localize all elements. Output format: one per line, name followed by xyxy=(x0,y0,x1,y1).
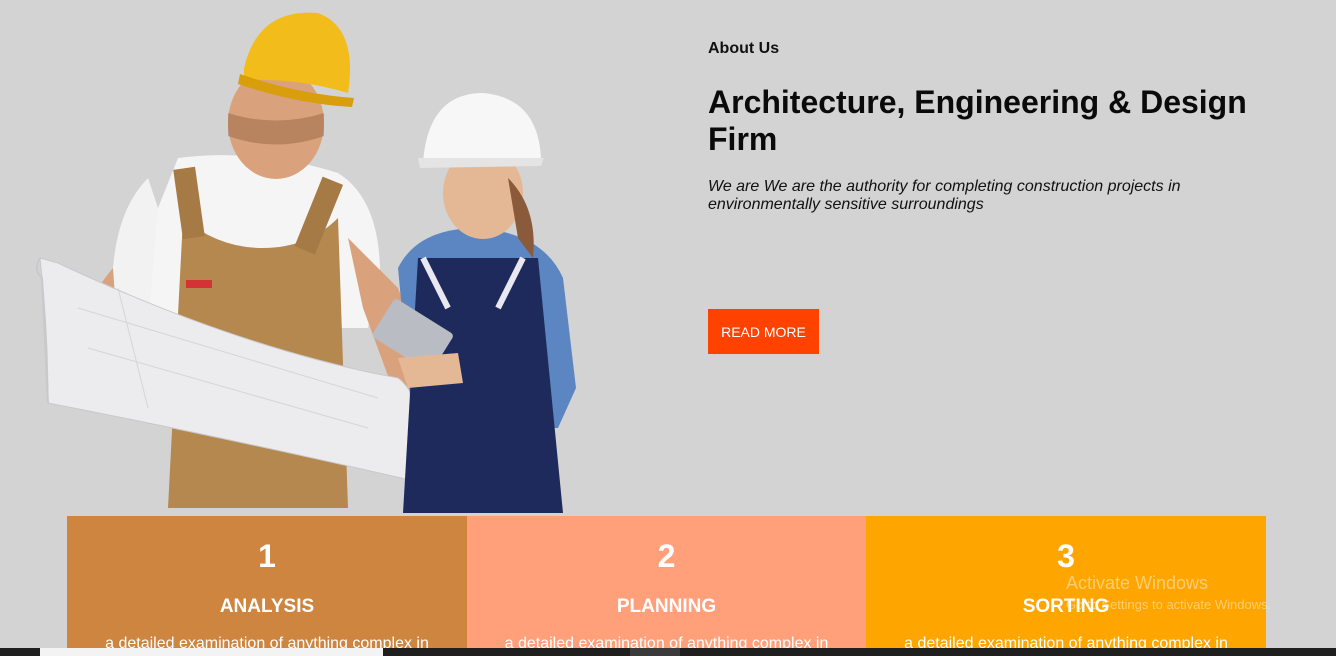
step-title: ANALYSIS xyxy=(219,596,315,617)
about-section: About Us Architecture, Engineering & Des… xyxy=(708,40,1268,214)
taskbar-search-box[interactable] xyxy=(40,648,383,656)
step-card-analysis: 1 ANALYSIS a detailed examination of any… xyxy=(67,516,467,656)
about-heading: Architecture, Engineering & Design Firm xyxy=(708,84,1247,157)
read-more-button[interactable]: READ MORE xyxy=(708,309,819,354)
step-title: PLANNING xyxy=(616,596,717,617)
step-number: 1 xyxy=(258,538,276,574)
step-number: 3 xyxy=(1057,538,1075,574)
hero-workers-image xyxy=(36,12,576,513)
step-number: 2 xyxy=(657,538,676,574)
watermark-subtitle: Go to Settings to activate Windows. xyxy=(1066,597,1272,612)
step-card-planning: 2 PLANNING a detailed examination of any… xyxy=(467,516,866,656)
taskbar xyxy=(0,648,1336,656)
about-description: We are We are the authority for completi… xyxy=(708,178,1181,213)
about-label: About Us xyxy=(708,40,780,57)
activate-windows-watermark: Activate Windows Go to Settings to activ… xyxy=(1066,573,1271,612)
taskbar-app-button[interactable] xyxy=(630,648,680,656)
watermark-title: Activate Windows xyxy=(1066,573,1209,593)
